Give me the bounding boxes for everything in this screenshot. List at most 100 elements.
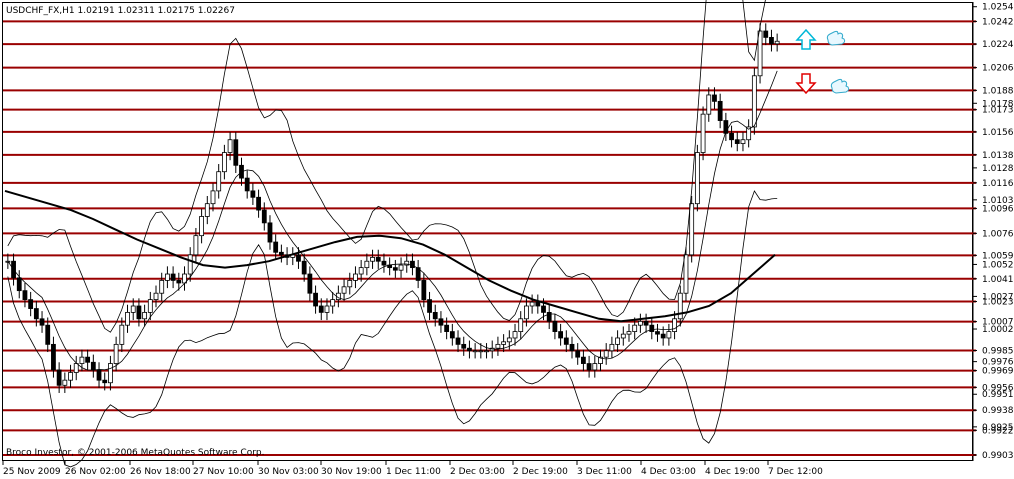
candle-body bbox=[677, 292, 683, 320]
candle-body bbox=[626, 331, 632, 335]
candle-body bbox=[330, 299, 336, 307]
candle-body bbox=[637, 320, 643, 326]
candle-body bbox=[39, 318, 45, 326]
candle-body bbox=[774, 40, 780, 45]
candle-body bbox=[261, 209, 267, 224]
candle-body bbox=[461, 343, 467, 349]
candle-body bbox=[438, 318, 444, 326]
candle-body bbox=[22, 290, 28, 301]
y-tick-label: 1.00235 bbox=[982, 298, 1014, 308]
candle-body bbox=[575, 350, 581, 358]
candle-body bbox=[204, 203, 210, 217]
candle-body bbox=[278, 251, 284, 256]
candle-body bbox=[757, 30, 763, 77]
y-tick-label: 1.00963 bbox=[982, 204, 1014, 214]
candle-body bbox=[734, 139, 740, 144]
y-tick-label: 1.02425 bbox=[982, 17, 1014, 27]
candle-body bbox=[296, 254, 301, 262]
candle-body bbox=[643, 320, 649, 326]
candle-body bbox=[529, 301, 535, 307]
candle-body bbox=[216, 171, 222, 192]
chart-title: USDCHF_FX,H1 1.02191 1.02311 1.02175 1.0… bbox=[6, 6, 235, 16]
candle-body bbox=[364, 260, 370, 269]
candle-body bbox=[51, 343, 56, 371]
candle-body bbox=[147, 299, 153, 313]
candle-body bbox=[729, 132, 734, 141]
candle-body bbox=[125, 311, 130, 326]
y-tick-label: 1.00525 bbox=[982, 260, 1014, 270]
y-tick-label: 1.02540 bbox=[982, 3, 1014, 13]
y-tick-label: 0.99695 bbox=[982, 367, 1014, 377]
candle-body bbox=[347, 280, 353, 288]
candle-body bbox=[512, 331, 518, 339]
candle-body bbox=[392, 267, 398, 271]
candle-body bbox=[370, 256, 375, 262]
candle-body bbox=[108, 363, 113, 384]
y-tick-label: 0.99035 bbox=[982, 451, 1014, 461]
candle-body bbox=[313, 292, 318, 307]
candle-body bbox=[267, 222, 273, 243]
price-chart: 1.02540 1.02425 1.02248 1.02064 1.01886 1.017… bbox=[0, 0, 1014, 479]
candle-body bbox=[660, 333, 666, 339]
y-tick-label: 0.99852 bbox=[982, 347, 1014, 357]
y-tick-label: 1.01561 bbox=[982, 128, 1014, 138]
candle-body bbox=[85, 356, 91, 363]
candle-body bbox=[210, 190, 216, 205]
candle-body bbox=[410, 260, 415, 269]
candle-body bbox=[478, 350, 484, 353]
candle-body bbox=[318, 305, 324, 313]
candle-body bbox=[153, 292, 159, 301]
candle-body bbox=[700, 113, 706, 153]
y-tick-label: 1.01886 bbox=[982, 86, 1014, 96]
candle-body bbox=[717, 100, 723, 121]
candle-body bbox=[432, 311, 438, 320]
candle-body bbox=[455, 337, 461, 345]
candle-body bbox=[541, 305, 546, 313]
candle-body bbox=[558, 331, 564, 339]
candle-body bbox=[683, 254, 689, 294]
candle-body bbox=[609, 343, 615, 352]
candle-body bbox=[324, 305, 330, 313]
candle-body bbox=[592, 363, 598, 371]
candle-body bbox=[552, 320, 558, 332]
candle-body bbox=[159, 280, 165, 294]
y-tick-label: 1.00020 bbox=[982, 325, 1014, 335]
candle-body bbox=[187, 254, 193, 275]
y-tick-label: 0.99228 bbox=[982, 426, 1014, 436]
copyright-text: Broco Investor, © 2001-2006 MetaQuotes S… bbox=[6, 448, 265, 458]
candle-body bbox=[569, 343, 575, 352]
candle-body bbox=[256, 196, 261, 211]
candle-body bbox=[170, 273, 176, 281]
candle-body bbox=[740, 139, 746, 144]
x-tick-label: 30 Nov 03:00 bbox=[258, 467, 319, 477]
candle-body bbox=[165, 273, 170, 281]
candle-body bbox=[119, 324, 125, 345]
candle-body bbox=[581, 356, 586, 364]
x-tick-label: 2 Dec 03:00 bbox=[450, 467, 505, 477]
candle-body bbox=[706, 94, 712, 115]
y-tick-label: 1.01382 bbox=[982, 151, 1014, 161]
candle-body bbox=[712, 94, 717, 102]
candle-body bbox=[449, 331, 455, 339]
candle-body bbox=[751, 75, 757, 128]
y-axis-labels: 1.02540 1.02425 1.02248 1.02064 1.01886 1.017… bbox=[973, 3, 1014, 461]
candle-body bbox=[227, 139, 233, 153]
candle-body bbox=[495, 343, 501, 349]
y-tick-label: 1.01735 bbox=[982, 106, 1014, 116]
candle-body bbox=[193, 235, 199, 256]
y-tick-label: 1.01280 bbox=[982, 164, 1014, 174]
x-tick-label: 4 Dec 03:00 bbox=[641, 467, 696, 477]
x-tick-label: 1 Dec 11:00 bbox=[386, 467, 441, 477]
candle-body bbox=[472, 350, 478, 353]
candle-body bbox=[535, 301, 541, 307]
candle-body bbox=[56, 369, 62, 386]
y-tick-label: 1.00768 bbox=[982, 229, 1014, 239]
candle-body bbox=[632, 324, 638, 332]
candle-body bbox=[142, 311, 148, 320]
candle-body bbox=[341, 286, 347, 294]
y-tick-label: 0.99385 bbox=[982, 406, 1014, 416]
candle-body bbox=[689, 203, 695, 256]
candle-body bbox=[501, 341, 507, 345]
candle-body bbox=[518, 318, 524, 332]
candle-body bbox=[649, 324, 655, 332]
